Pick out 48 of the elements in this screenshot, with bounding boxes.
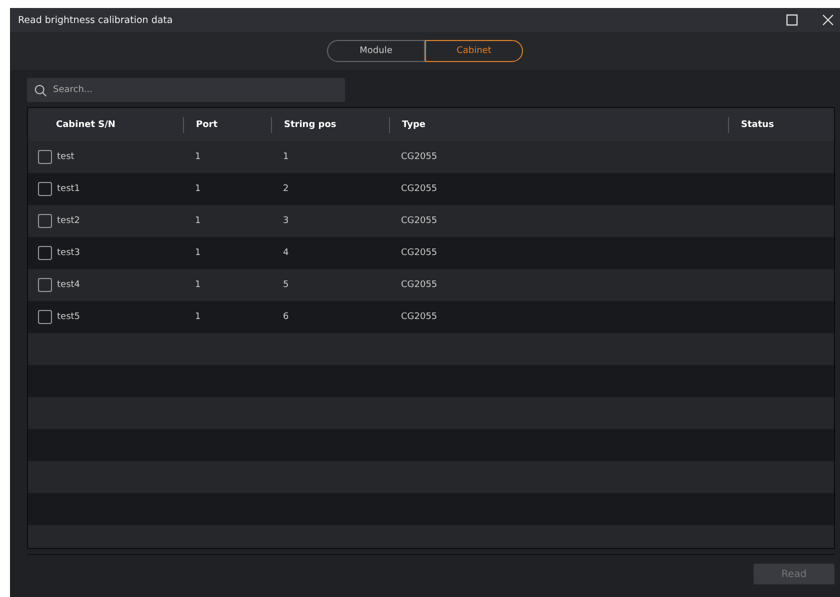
table-cell-text: 6 [282,312,290,322]
table-cell: test4 [57,280,80,290]
checkbox[interactable] [38,214,52,228]
table-cell-text: 1 [194,184,202,194]
table-cell-text: 3 [282,216,290,226]
table-row[interactable]: test1 1 2 CG2055 [28,173,834,205]
table-cell-text: 4 [282,248,290,258]
table-cell-text: CG2055 [400,280,438,290]
column-header[interactable]: Cabinet S/N [28,116,183,132]
tab[interactable]: Module [327,40,425,62]
search-icon [34,84,47,97]
table-row[interactable]: test 1 1 CG2055 [28,141,834,173]
table-cell-text: 1 [194,152,202,162]
table-cell-text: 2 [282,184,290,194]
table-row[interactable]: test5 1 6 CG2055 [28,301,834,333]
table-cell-text: 1 [282,152,290,162]
search-field[interactable]: Search... [27,78,345,102]
table-cell-text: 5 [282,280,290,290]
table-cell-text: 1 [194,280,202,290]
column-header[interactable]: Port [183,116,271,132]
table-cell-text: CG2055 [400,216,438,226]
table-row[interactable]: test2 1 3 CG2055 [28,205,834,237]
table-cell: test2 [57,216,80,226]
close-icon[interactable] [822,14,834,26]
checkbox[interactable] [38,150,52,164]
column-header[interactable]: Type [389,116,728,132]
table-cell: test5 [57,312,80,322]
checkbox[interactable] [38,278,52,292]
table-cell: test [57,152,74,162]
table-row[interactable]: test3 1 4 CG2055 [28,237,834,269]
checkbox[interactable] [38,182,52,196]
table-cell-text: CG2055 [400,312,438,322]
table-cell-text: 1 [194,312,202,322]
checkbox[interactable] [38,310,52,324]
tab[interactable]: Cabinet [425,40,523,62]
column-header[interactable]: Status [728,116,834,132]
table-cell-text: CG2055 [400,248,438,258]
table-cell-text: CG2055 [400,152,438,162]
column-header[interactable]: String pos [271,116,389,132]
maximize-icon[interactable] [786,14,798,26]
table-cell-text: 1 [194,216,202,226]
window-title: Read brightness calibration data [18,14,173,26]
table-cell-text: CG2055 [400,184,438,194]
table-row[interactable]: test4 1 5 CG2055 [28,269,834,301]
checkbox[interactable] [38,246,52,260]
table-cell: test1 [57,184,80,194]
table-cell-text: 1 [194,248,202,258]
table-cell: test3 [57,248,80,258]
